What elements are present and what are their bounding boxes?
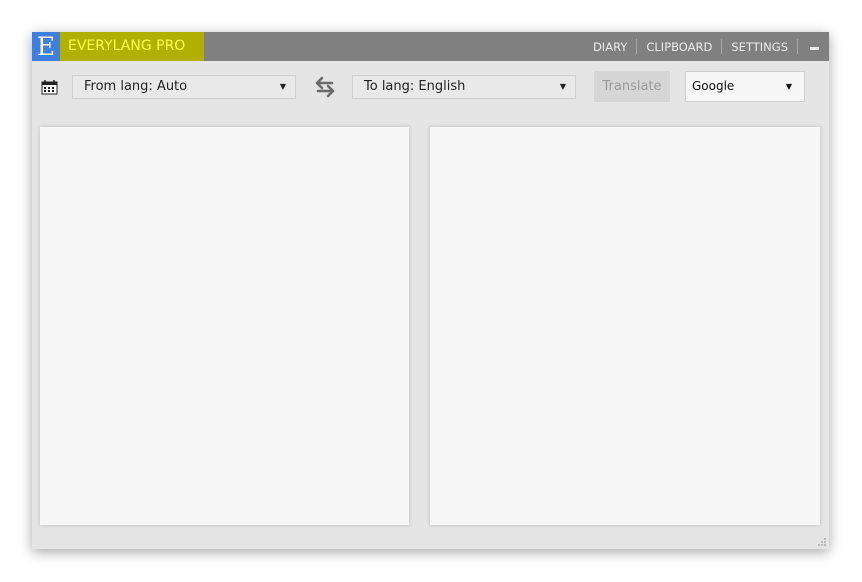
nav-diary[interactable]: DIARY <box>584 40 636 54</box>
from-lang-value: From lang: Auto <box>84 79 188 94</box>
from-lang-select[interactable]: From lang: Auto ▼ <box>72 75 296 99</box>
chevron-down-icon: ▼ <box>785 82 792 91</box>
translate-button[interactable]: Translate <box>594 71 670 102</box>
history-icon[interactable] <box>41 79 58 95</box>
title-bar[interactable]: E EVERYLANG PRO DIARY CLIPBOARD SETTINGS <box>32 32 829 61</box>
engine-select[interactable]: Google ▼ <box>685 71 805 102</box>
nav-divider <box>797 39 798 54</box>
resize-grip-icon[interactable] <box>817 537 827 547</box>
app-logo: E <box>32 32 60 61</box>
chevron-down-icon: ▼ <box>279 82 286 91</box>
top-nav: DIARY CLIPBOARD SETTINGS <box>584 32 819 61</box>
source-text-area[interactable] <box>40 127 409 525</box>
to-lang-value: To lang: English <box>364 79 466 94</box>
to-lang-select[interactable]: To lang: English ▼ <box>352 75 576 99</box>
app-window: E EVERYLANG PRO DIARY CLIPBOARD SETTINGS… <box>32 32 829 549</box>
nav-settings[interactable]: SETTINGS <box>722 40 797 54</box>
chevron-down-icon: ▼ <box>559 82 566 91</box>
engine-value: Google <box>692 79 735 93</box>
minimize-icon[interactable] <box>810 47 819 50</box>
swap-arrows-icon[interactable] <box>314 76 336 98</box>
app-title: EVERYLANG PRO <box>60 32 204 61</box>
nav-clipboard[interactable]: CLIPBOARD <box>637 40 721 54</box>
target-text-area[interactable] <box>430 127 820 525</box>
